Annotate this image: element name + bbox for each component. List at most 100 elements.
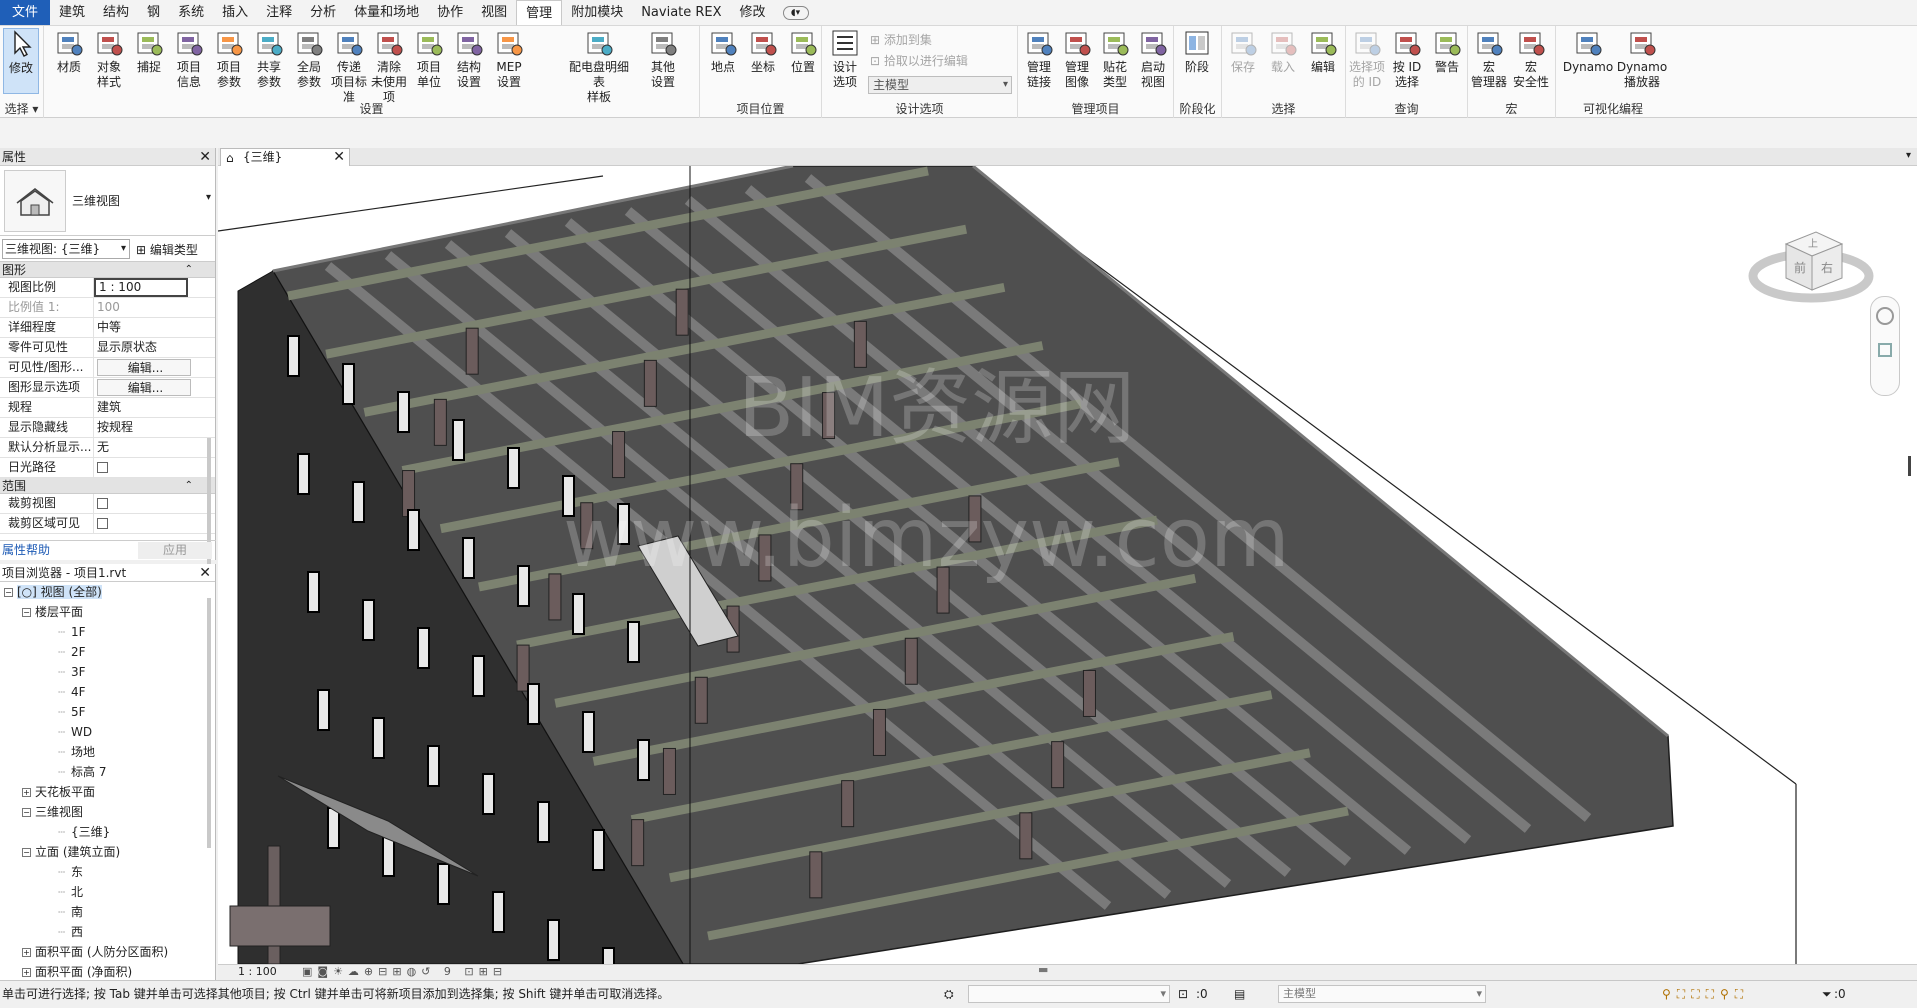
quick-access-toggle[interactable]: ◖▾ [782,0,809,25]
browser-close-icon[interactable]: ✕ [199,564,211,582]
steering-wheel-icon[interactable] [1876,307,1894,325]
view-control-icons[interactable]: ▣◙☀☁⊕⊟⊞◍↺ 9 ⊡⊞⊟ [302,965,507,979]
location-button-1[interactable]: 坐标 [744,28,782,75]
menu-tab-3[interactable]: 钢 [138,0,169,25]
browser-item[interactable]: ┄ 1F [0,622,215,642]
macro-button-0[interactable]: 宏管理器 [1470,28,1508,90]
browser-item[interactable]: − 三维视图 [0,802,215,822]
filter-icon[interactable]: ⏷ [1822,981,1832,1007]
browser-item[interactable]: ┄ 场地 [0,742,215,762]
zoom-region-icon[interactable] [1878,343,1892,357]
collapse-icon[interactable]: ⌃ [185,478,193,494]
menu-tab-1[interactable]: 建筑 [50,0,94,25]
browser-item[interactable]: ┄ 2F [0,642,215,662]
design-options-button[interactable]: 设计 选项 [826,28,864,90]
settings-button-7[interactable]: 传递 项目标准 [330,28,368,105]
settings-button-3[interactable]: 项目 信息 [170,28,208,90]
property-value[interactable] [94,458,188,477]
properties-close-icon[interactable]: ✕ [199,148,211,166]
settings-button-10[interactable]: 结构 设置 [450,28,488,90]
property-value[interactable]: 100 [94,298,188,317]
property-value[interactable]: 编辑... [97,359,191,376]
properties-help-link[interactable]: 属性帮助 [0,543,50,557]
collapse-toggle-icon[interactable]: − [22,608,31,617]
location-button-2[interactable]: 位置 [784,28,822,75]
menu-tab-14[interactable]: 修改 [731,0,775,25]
property-checkbox[interactable] [97,518,108,529]
inquiry-button-2[interactable]: 警告 [1428,28,1466,75]
property-value[interactable] [94,494,188,513]
settings-button-9[interactable]: 项目 单位 [410,28,448,90]
property-checkbox[interactable] [97,498,108,509]
property-value[interactable]: 无 [94,438,188,457]
expand-toggle-icon[interactable]: + [22,968,31,977]
menu-tab-5[interactable]: 插入 [213,0,257,25]
browser-item[interactable]: ┄ 3F [0,662,215,682]
property-value[interactable]: 编辑... [97,379,191,396]
settings-button-1[interactable]: 对象 样式 [90,28,128,90]
design-option-select[interactable]: 主模型 [868,76,1012,94]
browser-item[interactable]: ┄ 西 [0,922,215,942]
view-tab-close-icon[interactable]: ✕ [333,149,345,165]
browser-item[interactable]: − 楼层平面 [0,602,215,622]
settings-button-13[interactable]: 其他 设置 [644,28,682,90]
property-value[interactable]: 建筑 [94,398,188,417]
menu-tab-10[interactable]: 视图 [472,0,516,25]
manage-button-2[interactable]: 贴花 类型 [1096,28,1134,90]
manage-button-1[interactable]: 管理 图像 [1058,28,1096,90]
collapse-toggle-icon[interactable]: − [22,808,31,817]
property-group-1[interactable]: 范围 ⌃ [0,478,215,494]
drawing-canvas-3d[interactable]: BIM资源网 www.bimzyw.com 上 前 右 [218,166,1917,964]
expand-toggle-icon[interactable]: + [22,948,31,957]
browser-item[interactable]: ┄ 4F [0,682,215,702]
menu-tab-6[interactable]: 注释 [257,0,301,25]
type-selector[interactable]: 三维视图 ▾ [0,166,215,236]
browser-item[interactable]: ┄ 东 [0,862,215,882]
menu-tab-0[interactable]: 文件 [0,0,51,25]
browser-item[interactable]: ┄ 标高 7 [0,762,215,782]
selection-button-2[interactable]: 编辑 [1304,28,1342,75]
property-group-0[interactable]: 图形 ⌃ [0,262,215,278]
manage-button-0[interactable]: 管理 链接 [1020,28,1058,90]
browser-item[interactable]: − 立面 (建筑立面) [0,842,215,862]
browser-item[interactable]: ┄ 南 [0,902,215,922]
view-tab-3d[interactable]: ⌂ {三维} ✕ [220,148,350,166]
location-button-0[interactable]: 地点 [704,28,742,75]
selection-button-0[interactable]: 保存 [1224,28,1262,75]
macro-button-1[interactable]: 宏安全性 [1512,28,1550,90]
viewcube[interactable]: 上 前 右 [1746,214,1876,314]
selection-filter-icons[interactable]: ⚲⛶⛶⛶⚲⛶ [1662,981,1749,1007]
design-option-icon[interactable]: ▤ [1234,981,1245,1007]
collapse-icon[interactable]: ⌃ [185,262,193,278]
viewcube-front-face[interactable]: 前 [1794,260,1806,275]
menu-tab-13[interactable]: Naviate REX [632,0,730,25]
dynamo-button-0[interactable]: Dynamo [1562,28,1614,75]
pick-to-edit-button[interactable]: ⊡ 拾取以进行编辑 [870,52,968,69]
settings-button-0[interactable]: 材质 [50,28,88,75]
dynamo-button-1[interactable]: Dynamo 播放器 [1616,28,1668,90]
menu-tab-4[interactable]: 系统 [169,0,213,25]
instance-selector[interactable]: 三维视图: {三维} [2,239,130,259]
browser-scrollbar[interactable] [207,598,211,848]
apply-button[interactable]: 应用 [138,542,212,559]
editable-only-icon[interactable]: ⊡ [1178,981,1188,1007]
design-option-status-select[interactable]: 主模型 [1278,985,1486,1003]
property-value[interactable]: 显示原状态 [94,338,188,357]
tabs-dropdown-icon[interactable]: ▾ [1906,150,1911,161]
splitter-grip[interactable]: ▬ [1038,963,1048,977]
collapse-toggle-icon[interactable]: − [22,848,31,857]
settings-button-5[interactable]: 共享 参数 [250,28,288,90]
property-value[interactable] [94,514,188,533]
menu-tab-7[interactable]: 分析 [301,0,345,25]
menu-tab-9[interactable]: 协作 [428,0,472,25]
workset-select[interactable] [968,985,1170,1003]
browser-item[interactable]: − [○] 视图 (全部) [0,582,215,602]
menu-tab-11[interactable]: 管理 [516,0,563,25]
property-value[interactable]: 按规程 [94,418,188,437]
workset-icon[interactable]: ⛭ [944,981,954,1007]
settings-button-4[interactable]: 项目 参数 [210,28,248,90]
add-to-set-button[interactable]: ⊞ 添加到集 [870,31,932,48]
settings-button-2[interactable]: 捕捉 [130,28,168,75]
property-value[interactable]: 中等 [94,318,188,337]
browser-item[interactable]: ┄ 北 [0,882,215,902]
